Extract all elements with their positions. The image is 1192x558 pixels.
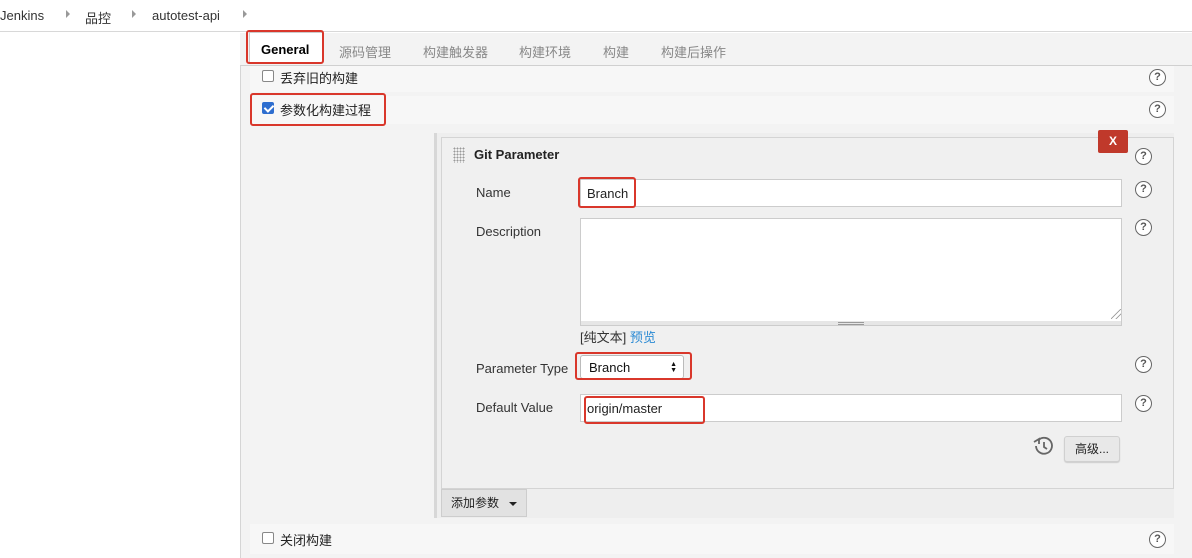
option-row-parameterized [250,96,1174,124]
tab-general[interactable]: General [261,42,309,57]
description-label: Description [476,224,542,239]
disable-build-label: 关闭构建 [280,533,333,548]
dropdown-caret-icon [509,502,517,506]
history-icon[interactable] [1031,434,1055,458]
help-icon[interactable]: ? [1149,69,1166,86]
breadcrumb-chevron-icon [243,10,247,18]
tab-build-triggers[interactable]: 构建触发器 [423,42,488,61]
breadcrumb-category[interactable]: 品控 [85,8,111,27]
tab-build-environment[interactable]: 构建环境 [519,42,571,61]
help-icon[interactable]: ? [1135,356,1152,373]
help-icon[interactable]: ? [1135,395,1152,412]
parameter-type-select[interactable]: Branch ▲ ▼ [580,355,684,379]
disable-build-checkbox[interactable] [262,532,274,544]
parameter-type-label: Parameter Type [476,361,569,376]
parameterized-build-checkbox[interactable] [262,102,274,114]
breadcrumb-jenkins[interactable]: Jenkins [0,8,44,23]
sidebar [0,33,240,558]
breadcrumb-chevron-icon [132,10,136,18]
name-input[interactable] [580,179,1122,207]
discard-old-builds-label: 丢弃旧的构建 [280,71,359,86]
add-parameter-label: 添加参数 [451,496,500,510]
help-icon[interactable]: ? [1149,101,1166,118]
default-value-label: Default Value [476,400,554,415]
default-value-input[interactable] [580,394,1122,422]
add-parameter-button[interactable]: 添加参数 [441,489,527,517]
select-arrows-icon: ▲ ▼ [670,361,677,374]
help-icon[interactable]: ? [1135,148,1152,165]
breadcrumb-job[interactable]: autotest-api [152,8,220,23]
advanced-button[interactable]: 高级... [1064,436,1120,462]
drag-grip-icon[interactable] [453,147,465,163]
help-icon[interactable]: ? [1149,531,1166,548]
parameter-title: Git Parameter [474,147,560,162]
option-row-discard [250,66,1174,92]
delete-parameter-button[interactable]: X [1098,130,1128,153]
markup-mode: [纯文本] 预览 [580,327,656,346]
discard-old-builds-checkbox[interactable] [262,70,274,82]
breadcrumb-chevron-icon [66,10,70,18]
parameterized-build-label: 参数化构建过程 [280,103,372,118]
tab-build[interactable]: 构建 [603,42,629,61]
parameter-type-value: Branch [589,360,631,375]
help-icon[interactable]: ? [1135,219,1152,236]
resize-grip-icon [838,322,864,325]
plain-text-mode: [纯文本] [580,330,627,345]
option-row-disable [250,524,1174,554]
name-label: Name [476,185,511,200]
preview-link[interactable]: 预览 [630,330,656,345]
tab-source-control[interactable]: 源码管理 [339,42,391,61]
help-icon[interactable]: ? [1135,181,1152,198]
description-textarea[interactable] [580,218,1122,322]
breadcrumb: Jenkins 品控 autotest-api [0,0,1192,32]
tab-post-build[interactable]: 构建后操作 [661,42,726,61]
textarea-resize-icon[interactable] [1111,309,1121,319]
